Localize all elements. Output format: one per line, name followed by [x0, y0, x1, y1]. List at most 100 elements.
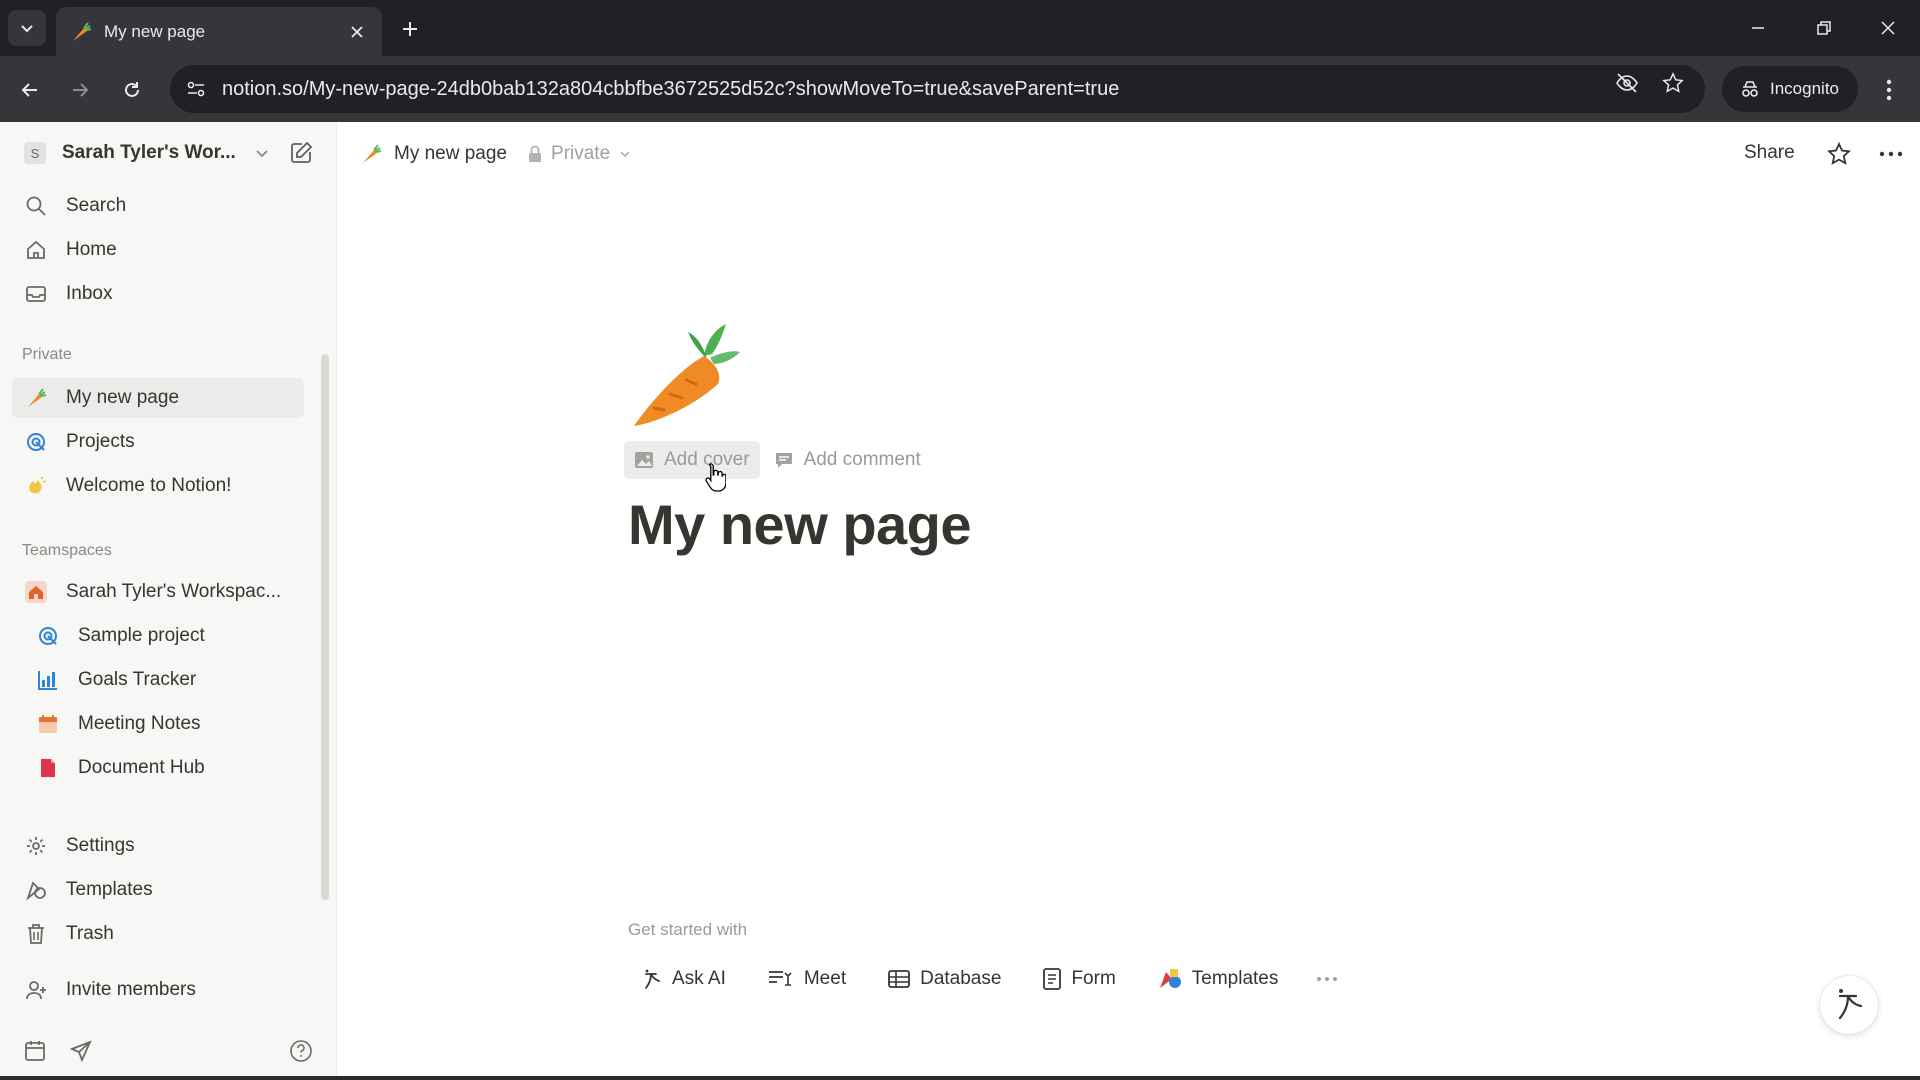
send-icon[interactable] — [66, 1036, 96, 1066]
bookmark-button[interactable] — [1656, 66, 1690, 100]
browser-tab-bar: My new page — [0, 0, 1920, 56]
calendar-icon[interactable] — [20, 1036, 50, 1066]
hand-cursor-icon — [705, 463, 726, 492]
browser-tab[interactable]: My new page — [56, 7, 382, 56]
new-tab-button[interactable] — [394, 14, 426, 44]
sidebar-item-teamspace[interactable]: Sarah Tyler's Workspac... — [12, 572, 304, 612]
back-button[interactable] — [12, 72, 48, 108]
sidebar-item-search[interactable]: Search — [12, 186, 304, 226]
page-title[interactable]: My new page — [628, 492, 972, 557]
minimize-button[interactable] — [1738, 12, 1778, 44]
invite-members-label: Invite members — [66, 979, 196, 1000]
target-icon — [22, 428, 50, 456]
sidebar-item-label: Welcome to Notion! — [66, 475, 232, 496]
sidebar-item-inbox[interactable]: Inbox — [12, 274, 304, 314]
sidebar-item-projects[interactable]: Projects — [12, 422, 304, 462]
target-icon — [34, 622, 62, 650]
new-page-button[interactable] — [286, 138, 316, 168]
ai-icon — [645, 969, 660, 989]
help-icon[interactable] — [286, 1036, 316, 1066]
more-options-button[interactable] — [1306, 958, 1349, 1000]
sidebar: S Sarah Tyler's Wor... Search Home Inbox… — [0, 122, 337, 1080]
calendar-icon — [34, 710, 62, 738]
sidebar-item-document-hub[interactable]: Document Hub — [12, 748, 304, 788]
meet-label: Meet — [803, 968, 847, 989]
incognito-label: Incognito — [1770, 79, 1839, 98]
url-text[interactable]: notion.so/My-new-page-24db0bab132a804cbb… — [222, 78, 1119, 101]
site-settings-icon[interactable] — [186, 79, 206, 99]
close-icon — [1881, 21, 1895, 35]
form-icon — [1043, 968, 1062, 990]
sidebar-item-home[interactable]: Home — [12, 230, 304, 270]
meet-button[interactable]: Meet — [753, 958, 861, 1000]
sidebar-item-label: Trash — [66, 923, 114, 944]
share-button[interactable]: Share — [1744, 142, 1795, 164]
sidebar-item-trash[interactable]: Trash — [12, 914, 304, 954]
star-icon — [1827, 142, 1851, 165]
sidebar-item-settings[interactable]: Settings — [12, 826, 304, 866]
sidebar-item-welcome[interactable]: Welcome to Notion! — [12, 466, 304, 506]
more-horizontal-icon — [1317, 977, 1338, 981]
sidebar-item-label: Sample project — [78, 625, 205, 646]
reload-button[interactable] — [114, 72, 150, 108]
ai-face-icon — [1838, 989, 1863, 1020]
document-icon — [34, 754, 62, 782]
sidebar-scrollbar-thumb[interactable] — [321, 354, 329, 900]
sidebar-item-goals-tracker[interactable]: Goals Tracker — [12, 660, 304, 700]
sidebar-item-label: Document Hub — [78, 757, 205, 778]
restore-icon — [1817, 21, 1831, 35]
tab-title: My new page — [104, 21, 206, 41]
page-emoji-icon[interactable] — [626, 318, 742, 434]
carrot-icon — [363, 144, 382, 163]
privacy-label[interactable]: Private — [551, 143, 610, 165]
comment-icon — [775, 453, 792, 468]
forward-button[interactable] — [62, 72, 98, 108]
form-label: Form — [1071, 968, 1116, 989]
more-vertical-icon — [1886, 79, 1892, 101]
templates-label: Templates — [1191, 968, 1279, 989]
browser-menu-button[interactable] — [1874, 72, 1904, 108]
workspace-switcher[interactable]: S Sarah Tyler's Wor... — [14, 133, 324, 173]
inbox-icon — [22, 280, 50, 308]
form-button[interactable]: Form — [1029, 958, 1130, 1000]
sidebar-item-label: Projects — [66, 431, 135, 452]
section-teamspaces[interactable]: Teamspaces — [22, 542, 112, 560]
incognito-badge[interactable]: Incognito — [1722, 66, 1858, 112]
sidebar-item-meeting-notes[interactable]: Meeting Notes — [12, 704, 304, 744]
breadcrumb[interactable]: My new page Private — [360, 136, 632, 172]
invite-members-button[interactable]: Invite members — [12, 970, 304, 1010]
sidebar-item-templates[interactable]: Templates — [12, 870, 304, 910]
tab-search-button[interactable] — [8, 10, 46, 46]
sidebar-item-label: Templates — [66, 879, 153, 900]
reload-icon — [125, 82, 139, 97]
add-person-icon — [22, 976, 50, 1004]
section-private[interactable]: Private — [22, 346, 72, 364]
close-icon[interactable] — [346, 21, 368, 43]
chevron-down-icon — [254, 145, 270, 161]
sidebar-item-sample-project[interactable]: Sample project — [12, 616, 304, 656]
templates-button[interactable]: Templates — [1143, 958, 1293, 1000]
notion-ai-fab[interactable] — [1820, 976, 1878, 1034]
lock-icon — [527, 145, 543, 163]
address-bar[interactable]: notion.so/My-new-page-24db0bab132a804cbb… — [170, 65, 1705, 113]
add-comment-button[interactable]: Add comment — [764, 441, 931, 479]
sidebar-item-label: Goals Tracker — [78, 669, 197, 690]
breadcrumb-title[interactable]: My new page — [394, 143, 507, 165]
home-icon — [22, 236, 50, 264]
favorite-button[interactable] — [1824, 139, 1854, 169]
sidebar-item-my-new-page[interactable]: My new page — [12, 378, 304, 418]
database-button[interactable]: Database — [874, 958, 1016, 1000]
sidebar-item-label: Sarah Tyler's Workspac... — [66, 581, 282, 602]
tracking-protection-button[interactable] — [1610, 66, 1644, 100]
get-started-label: Get started with — [628, 920, 748, 939]
plus-icon — [403, 22, 417, 36]
restore-button[interactable] — [1804, 12, 1844, 44]
eye-off-icon — [1616, 73, 1638, 93]
ask-ai-button[interactable]: Ask AI — [628, 958, 740, 1000]
carrot-icon — [73, 21, 92, 41]
page-options-button[interactable] — [1874, 139, 1908, 169]
close-window-button[interactable] — [1868, 12, 1908, 44]
table-icon — [888, 970, 911, 988]
sidebar-item-label: Meeting Notes — [78, 713, 201, 734]
add-cover-button[interactable]: Add cover — [624, 441, 760, 479]
